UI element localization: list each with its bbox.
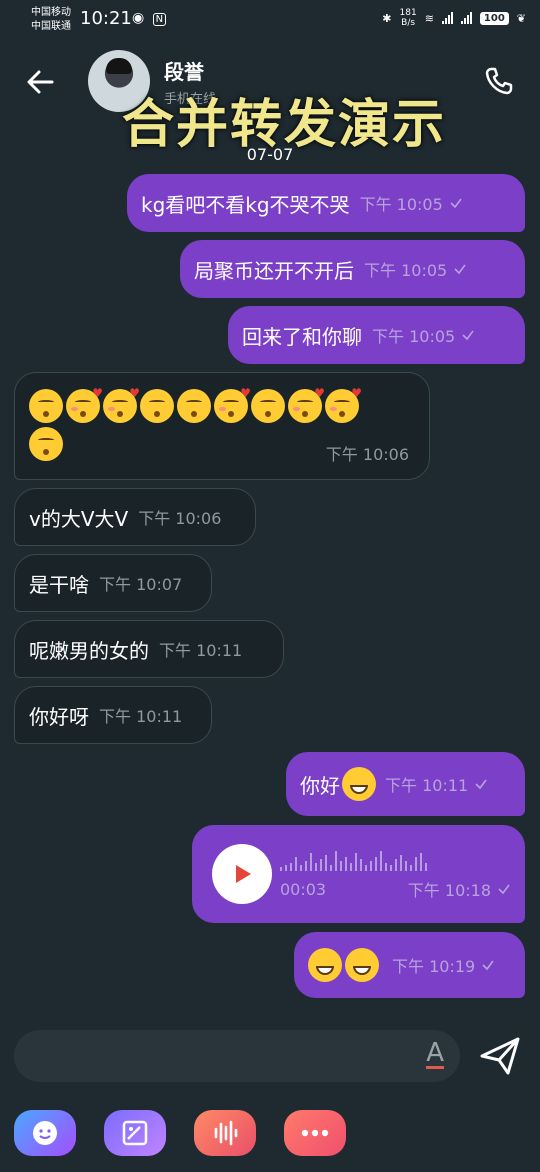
send-icon[interactable] bbox=[478, 1034, 522, 1078]
message-text: 是干啥 bbox=[29, 572, 89, 597]
message-text: 你好 bbox=[300, 773, 340, 798]
smiling-hearts-face-icon: ♥ bbox=[288, 387, 325, 423]
message-time: 下午 10:18 bbox=[407, 881, 491, 900]
voice-duration: 00:03 bbox=[280, 879, 327, 899]
message-bubble-incoming[interactable]: ♥ ♥ ♥ ♥ ♥ 下午 10:06 bbox=[14, 372, 430, 480]
signal-icon bbox=[441, 12, 453, 24]
kissing-face-icon bbox=[140, 389, 174, 423]
nfc-icon: N bbox=[152, 13, 167, 26]
voice-content: 00:03 下午 10:18 bbox=[280, 847, 511, 901]
check-icon bbox=[498, 884, 510, 895]
network-speed: 181 B/s bbox=[400, 8, 417, 28]
more-button[interactable] bbox=[284, 1110, 346, 1156]
message-bubble-outgoing[interactable]: 回来了和你聊 下午 10:05 bbox=[228, 306, 525, 364]
carrier-labels: 中国移动 中国联通 bbox=[31, 6, 71, 34]
status-clock: 10:21 bbox=[80, 8, 132, 29]
message-bubble-outgoing[interactable]: 下午 10:19 bbox=[294, 932, 525, 998]
back-arrow-icon[interactable] bbox=[22, 64, 58, 100]
message-time: 下午 10:06 bbox=[138, 509, 222, 528]
message-bubble-incoming[interactable]: 是干啥 下午 10:07 bbox=[14, 554, 212, 612]
message-meta: 下午 10:05 bbox=[372, 323, 475, 347]
voice-message-bubble[interactable]: 00:03 下午 10:18 bbox=[192, 825, 525, 923]
message-time: 下午 10:11 bbox=[159, 641, 243, 660]
voice-button[interactable] bbox=[194, 1110, 256, 1156]
kissing-heart-face-icon: ♥ bbox=[66, 387, 103, 423]
font-format-icon[interactable]: A bbox=[426, 1040, 444, 1069]
more-icon bbox=[301, 1129, 329, 1137]
emoji-button[interactable] bbox=[14, 1110, 76, 1156]
kissing-heart-face-icon: ♥ bbox=[103, 387, 140, 423]
phone-icon[interactable] bbox=[484, 66, 514, 96]
message-meta: 下午 10:05 bbox=[360, 191, 463, 215]
status-bar: 中国移动 中国联通 10:21 ◉ N ✱ 181 B/s ≋ 100 ❦ bbox=[0, 0, 540, 40]
check-icon bbox=[462, 330, 474, 341]
message-bubble-outgoing[interactable]: 局聚币还开不开后 下午 10:05 bbox=[180, 240, 525, 298]
message-bubble-outgoing[interactable]: 你好 下午 10:11 bbox=[286, 752, 525, 816]
message-time: 下午 10:06 bbox=[325, 445, 409, 464]
message-meta: 下午 10:18 bbox=[408, 877, 511, 901]
message-bubble-incoming[interactable]: v的大V大V 下午 10:06 bbox=[14, 488, 256, 546]
message-time: 下午 10:05 bbox=[372, 327, 456, 346]
carrier-1: 中国移动 bbox=[31, 7, 71, 18]
smiling-hearts-face-icon: ♥ bbox=[325, 387, 362, 423]
message-time: 下午 10:11 bbox=[385, 776, 469, 795]
check-icon bbox=[475, 779, 487, 790]
wifi-icon: ≋ bbox=[424, 11, 434, 25]
date-separator: 07-07 bbox=[246, 145, 294, 164]
signal-icon-2 bbox=[460, 12, 472, 24]
message-text: 呢嫩男的女的 bbox=[29, 638, 149, 663]
speed-unit: B/s bbox=[401, 18, 416, 28]
status-left-icons: ◉ N bbox=[132, 10, 167, 26]
grinning-face-icon bbox=[342, 767, 376, 801]
message-text: kg看吧不看kg不哭不哭 bbox=[141, 192, 350, 217]
waveform bbox=[280, 847, 511, 871]
message-meta: 下午 10:19 bbox=[392, 953, 495, 977]
check-icon bbox=[454, 264, 466, 275]
message-time: 下午 10:05 bbox=[364, 261, 448, 280]
message-text: v的大V大V bbox=[29, 506, 129, 531]
message-time: 下午 10:05 bbox=[359, 195, 443, 214]
check-icon bbox=[482, 960, 494, 971]
kissing-face-icon bbox=[29, 389, 63, 423]
message-bubble-incoming[interactable]: 呢嫩男的女的 下午 10:11 bbox=[14, 620, 284, 678]
battery-icon: 100 bbox=[479, 11, 509, 25]
bluetooth-icon: ✱ bbox=[382, 11, 392, 25]
kissing-face-icon bbox=[29, 427, 63, 461]
play-button[interactable] bbox=[212, 844, 272, 904]
sticker-icon bbox=[122, 1120, 148, 1146]
carrier-2: 中国联通 bbox=[31, 21, 71, 32]
message-text: 你好呀 bbox=[29, 704, 89, 729]
message-bubble-incoming[interactable]: 你好呀 下午 10:11 bbox=[14, 686, 212, 744]
message-text: 回来了和你聊 bbox=[242, 324, 362, 349]
sticker-button[interactable] bbox=[104, 1110, 166, 1156]
message-time: 下午 10:07 bbox=[99, 575, 183, 594]
speed-value: 181 bbox=[399, 8, 417, 18]
message-input[interactable]: A bbox=[14, 1030, 460, 1082]
message-text: 局聚币还开不开后 bbox=[194, 258, 354, 283]
leaf-icon: ❦ bbox=[516, 11, 526, 25]
check-icon bbox=[450, 198, 462, 209]
message-time: 下午 10:19 bbox=[392, 957, 476, 976]
message-meta: 下午 10:05 bbox=[364, 257, 467, 281]
message-meta: 下午 10:11 bbox=[385, 772, 488, 796]
grinning-face-icon bbox=[345, 948, 379, 982]
emoji-icon bbox=[33, 1121, 57, 1145]
message-time: 下午 10:11 bbox=[99, 707, 183, 726]
status-right-icons: ✱ 181 B/s ≋ 100 ❦ bbox=[382, 8, 526, 28]
kissing-face-icon bbox=[251, 389, 285, 423]
contact-name[interactable]: 段誉 bbox=[164, 56, 204, 85]
grinning-face-icon bbox=[308, 948, 342, 982]
message-bubble-outgoing[interactable]: kg看吧不看kg不哭不哭 下午 10:05 bbox=[127, 174, 525, 232]
eye-icon: ◉ bbox=[132, 10, 145, 26]
smiling-hearts-face-icon: ♥ bbox=[214, 387, 251, 423]
kissing-face-icon bbox=[177, 389, 211, 423]
play-icon bbox=[236, 865, 251, 883]
voice-wave-icon bbox=[214, 1120, 238, 1146]
